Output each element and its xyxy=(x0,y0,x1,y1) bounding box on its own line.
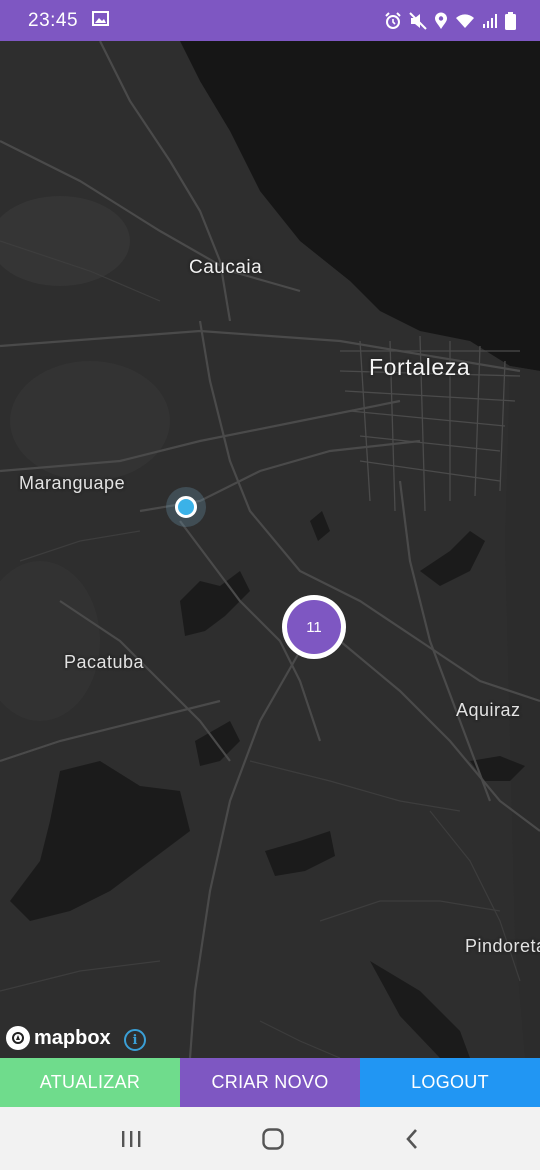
home-icon[interactable] xyxy=(261,1127,285,1151)
logout-button[interactable]: LOGOUT xyxy=(360,1058,540,1107)
place-label-caucaia: Caucaia xyxy=(189,257,263,278)
user-location-dot xyxy=(175,496,197,518)
place-label-aquiraz: Aquiraz xyxy=(456,700,521,720)
mapbox-logo[interactable]: mapbox xyxy=(6,1026,111,1050)
battery-icon xyxy=(505,11,516,30)
mapbox-mark-icon xyxy=(6,1026,30,1050)
attribution-info-icon[interactable]: i xyxy=(124,1029,146,1051)
place-label-maranguape: Maranguape xyxy=(19,473,126,493)
action-bar: ATUALIZAR CRIAR NOVO LOGOUT xyxy=(0,1058,540,1107)
create-new-button[interactable]: CRIAR NOVO xyxy=(180,1058,360,1107)
signal-icon xyxy=(482,13,498,29)
alarm-icon xyxy=(384,11,402,30)
wifi-icon xyxy=(455,13,475,29)
system-nav-bar xyxy=(0,1107,540,1170)
map-view[interactable]: Caucaia Fortaleza Maranguape Pacatuba Aq… xyxy=(0,41,540,1058)
marker-cluster[interactable]: 11 xyxy=(282,595,346,659)
place-label-pacatuba: Pacatuba xyxy=(64,652,145,672)
place-label-fortaleza: Fortaleza xyxy=(369,354,471,380)
status-time: 23:45 xyxy=(28,9,79,31)
cluster-count: 11 xyxy=(287,600,341,654)
recent-apps-icon[interactable] xyxy=(120,1129,142,1149)
status-bar: 23:45 xyxy=(0,0,540,41)
user-location-marker xyxy=(166,487,206,527)
mapbox-wordmark: mapbox xyxy=(34,1026,111,1049)
image-icon xyxy=(92,10,110,31)
back-icon[interactable] xyxy=(404,1128,420,1150)
place-label-pindoretama: Pindoreta xyxy=(465,936,540,956)
refresh-button[interactable]: ATUALIZAR xyxy=(0,1058,180,1107)
mute-icon xyxy=(409,11,427,30)
map-base-layer xyxy=(0,41,540,1058)
location-icon xyxy=(434,12,448,30)
